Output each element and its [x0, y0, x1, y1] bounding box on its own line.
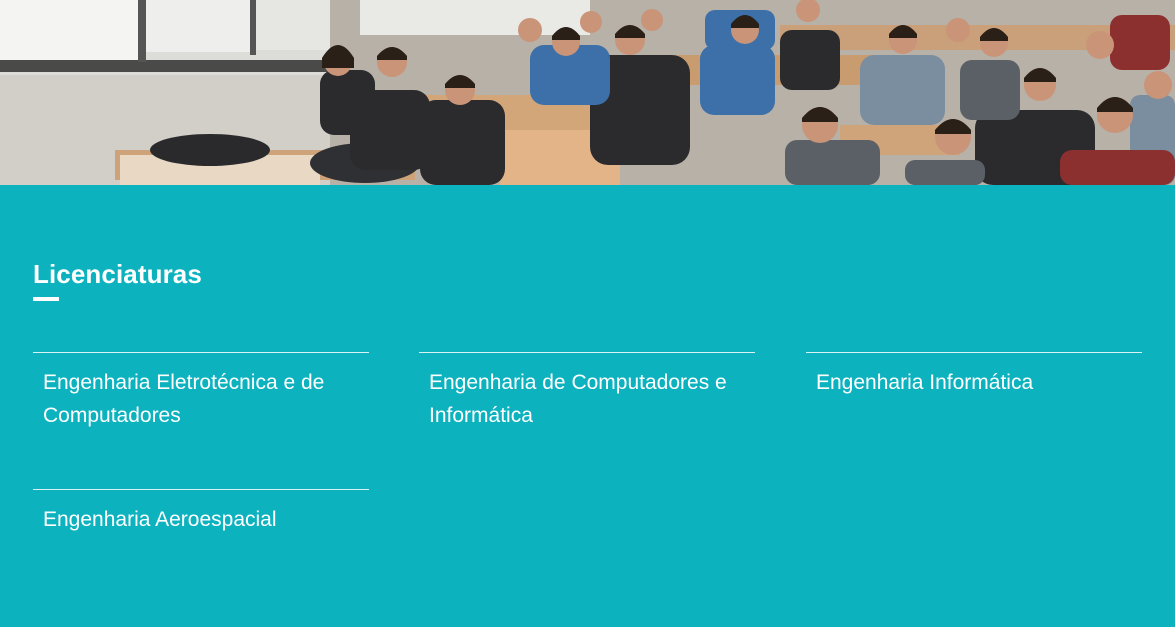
course-label: Engenharia Informática — [816, 371, 1034, 394]
title-underline — [33, 297, 59, 301]
course-link-informatica[interactable]: Engenharia Informática — [806, 352, 1142, 399]
classroom-photo — [0, 0, 1175, 185]
section-title: Licenciaturas — [33, 259, 202, 289]
licenciaturas-section: Licenciaturas Engenharia Eletrotécnica e… — [0, 185, 1175, 627]
hero-image — [0, 0, 1175, 185]
course-label: Engenharia Eletrotécnica e de Computador… — [43, 371, 325, 427]
course-label: Engenharia de Computadores e Informática — [429, 371, 727, 427]
course-link-eletrotecnica-computadores[interactable]: Engenharia Eletrotécnica e de Computador… — [33, 352, 369, 432]
course-link-computadores-informatica[interactable]: Engenharia de Computadores e Informática — [419, 352, 755, 432]
course-label: Engenharia Aeroespacial — [43, 508, 277, 531]
course-link-aeroespacial[interactable]: Engenharia Aeroespacial — [33, 489, 369, 536]
